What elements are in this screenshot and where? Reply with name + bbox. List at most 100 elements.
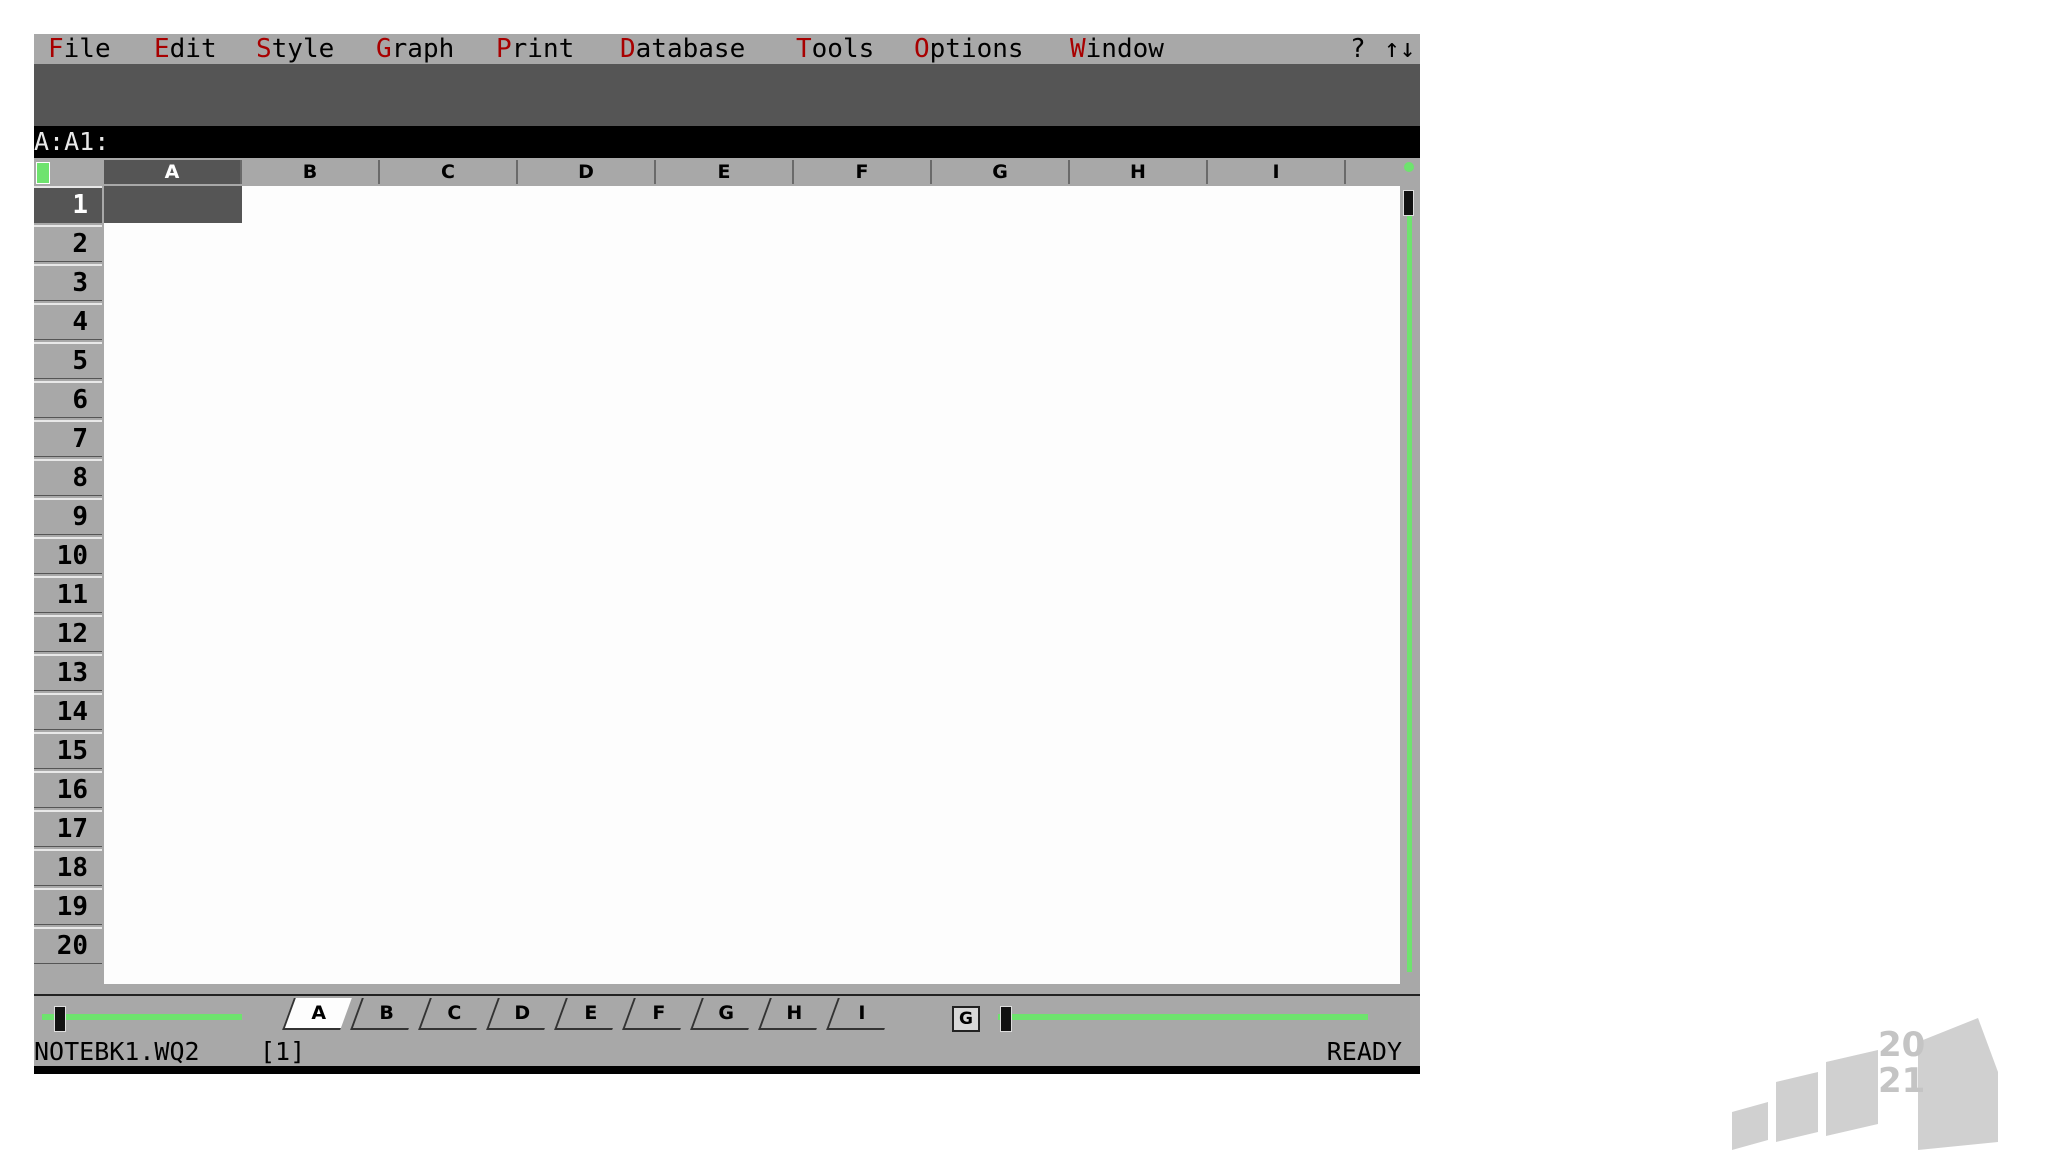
menu-style[interactable]: Style <box>256 34 334 64</box>
sheet-tab-c[interactable]: C <box>418 998 488 1030</box>
row-header-2[interactable]: 2 <box>34 225 102 262</box>
menu-edit[interactable]: Edit <box>154 34 217 64</box>
menu-edit-hotkey: E <box>154 34 170 64</box>
menu-file-hotkey: F <box>48 34 64 64</box>
row-header-11[interactable]: 11 <box>34 576 102 613</box>
help-button[interactable]: ? <box>1350 34 1366 64</box>
vertical-scroll-thumb[interactable] <box>1403 190 1414 216</box>
menu-window-label: indow <box>1085 34 1164 64</box>
menu-graph-label: raph <box>391 34 455 64</box>
row-header-13[interactable]: 13 <box>34 654 102 691</box>
row-header-20[interactable]: 20 <box>34 927 102 964</box>
row-header-17[interactable]: 17 <box>34 810 102 847</box>
column-header-d[interactable]: D <box>518 160 656 184</box>
sheet-tab-g-label: G <box>718 1002 735 1024</box>
menu-edit-label: dit <box>169 34 217 64</box>
tab-scroll-thumb[interactable] <box>54 1006 66 1032</box>
row-header-10[interactable]: 10 <box>34 537 102 574</box>
column-header-e[interactable]: E <box>656 160 794 184</box>
menu-file[interactable]: File <box>48 34 111 64</box>
scroll-up-icon[interactable] <box>1404 162 1414 172</box>
watermark-line1: 20 <box>1878 1025 1925 1065</box>
status-bar: NOTEBK1.WQ2 [1] READY <box>34 1038 1420 1066</box>
column-header-i[interactable]: I <box>1208 160 1346 184</box>
row-header-5[interactable]: 5 <box>34 342 102 379</box>
row-header-12[interactable]: 12 <box>34 615 102 652</box>
row-header-6[interactable]: 6 <box>34 381 102 418</box>
menu-print-label: rint <box>511 34 575 64</box>
row-header-8[interactable]: 8 <box>34 459 102 496</box>
sheet-tab-i[interactable]: I <box>826 998 896 1030</box>
menu-file-label: ile <box>63 34 111 64</box>
row-header-4[interactable]: 4 <box>34 303 102 340</box>
menu-print[interactable]: Print <box>496 34 574 64</box>
column-header-c[interactable]: C <box>380 160 518 184</box>
watermark-line2: 21 <box>1878 1061 1925 1101</box>
active-cell-a1[interactable] <box>104 186 242 223</box>
menu-database[interactable]: Database <box>620 34 745 64</box>
column-header-f[interactable]: F <box>794 160 932 184</box>
watermark-logo: 20 21 <box>1732 1018 1998 1150</box>
row-header-16[interactable]: 16 <box>34 771 102 808</box>
sheet-tab-h-label: H <box>786 1002 803 1024</box>
sheet-tab-bar: A B C D E F G H I G <box>34 994 1420 1040</box>
column-header-bar: A B C D E F G H I <box>34 158 1420 186</box>
status-mode-indicator: READY <box>1326 1037 1402 1066</box>
sheet-tab-h[interactable]: H <box>758 998 828 1030</box>
resize-arrows-icon[interactable]: ↑↓ <box>1384 34 1415 64</box>
sheet-tab-f[interactable]: F <box>622 998 692 1030</box>
status-window-number: [1] <box>260 1037 306 1066</box>
sheet-tab-b-label: B <box>379 1002 394 1024</box>
status-filename: NOTEBK1.WQ2 <box>34 1037 200 1066</box>
row-header-15[interactable]: 15 <box>34 732 102 769</box>
menu-style-label: tyle <box>271 34 335 64</box>
row-header-7[interactable]: 7 <box>34 420 102 457</box>
column-header-g[interactable]: G <box>932 160 1070 184</box>
spreadsheet-grid[interactable] <box>104 186 1400 984</box>
menu-database-hotkey: D <box>620 34 636 64</box>
row-header-14[interactable]: 14 <box>34 693 102 730</box>
horizontal-scroll-track[interactable] <box>998 1014 1368 1020</box>
sheet-tab-a-label: A <box>311 1002 326 1024</box>
sheet-tab-b[interactable]: B <box>350 998 420 1030</box>
menu-graph-hotkey: G <box>376 34 392 64</box>
vertical-scroll-track[interactable] <box>1407 196 1412 972</box>
menu-database-label: atabase <box>635 34 746 64</box>
sheet-tab-c-label: C <box>447 1002 462 1024</box>
menu-tools-label: ools <box>811 34 875 64</box>
menu-bar: File Edit Style Graph Print Database Too… <box>34 34 1420 64</box>
select-all-corner[interactable] <box>36 162 50 184</box>
input-line[interactable]: A:A1: <box>34 126 1420 158</box>
sheet-tab-g[interactable]: G <box>690 998 760 1030</box>
column-header-b[interactable]: B <box>242 160 380 184</box>
sheet-tab-e-label: E <box>583 1002 597 1024</box>
menu-print-hotkey: P <box>496 34 512 64</box>
menu-window[interactable]: Window <box>1070 34 1164 64</box>
cell-address: A:A1: <box>34 127 110 156</box>
sheet-tab-f-label: F <box>651 1002 665 1024</box>
sheet-tab-e[interactable]: E <box>554 998 624 1030</box>
menu-options[interactable]: Options <box>914 34 1024 64</box>
menu-options-hotkey: O <box>914 34 930 64</box>
row-header-18[interactable]: 18 <box>34 849 102 886</box>
row-header-3[interactable]: 3 <box>34 264 102 301</box>
menu-style-hotkey: S <box>256 34 272 64</box>
sheet-tab-d[interactable]: D <box>486 998 556 1030</box>
row-header-9[interactable]: 9 <box>34 498 102 535</box>
group-mode-button[interactable]: G <box>952 1006 980 1032</box>
row-header-19[interactable]: 19 <box>34 888 102 925</box>
column-header-h[interactable]: H <box>1070 160 1208 184</box>
tab-scroll-track[interactable] <box>42 1014 242 1020</box>
menu-graph[interactable]: Graph <box>376 34 454 64</box>
menu-options-label: ptions <box>929 34 1024 64</box>
menu-tools-hotkey: T <box>796 34 812 64</box>
sheet-tab-a[interactable]: A <box>282 998 352 1030</box>
horizontal-scroll-thumb[interactable] <box>1000 1006 1012 1032</box>
menu-window-hotkey: W <box>1070 34 1086 64</box>
vertical-scrollbar[interactable] <box>1400 162 1420 984</box>
row-header-1[interactable]: 1 <box>34 186 102 223</box>
quattro-pro-window: File Edit Style Graph Print Database Too… <box>34 34 1420 1074</box>
menu-tools[interactable]: Tools <box>796 34 874 64</box>
window-bottom-edge <box>34 1066 1420 1074</box>
column-header-a[interactable]: A <box>104 160 242 184</box>
